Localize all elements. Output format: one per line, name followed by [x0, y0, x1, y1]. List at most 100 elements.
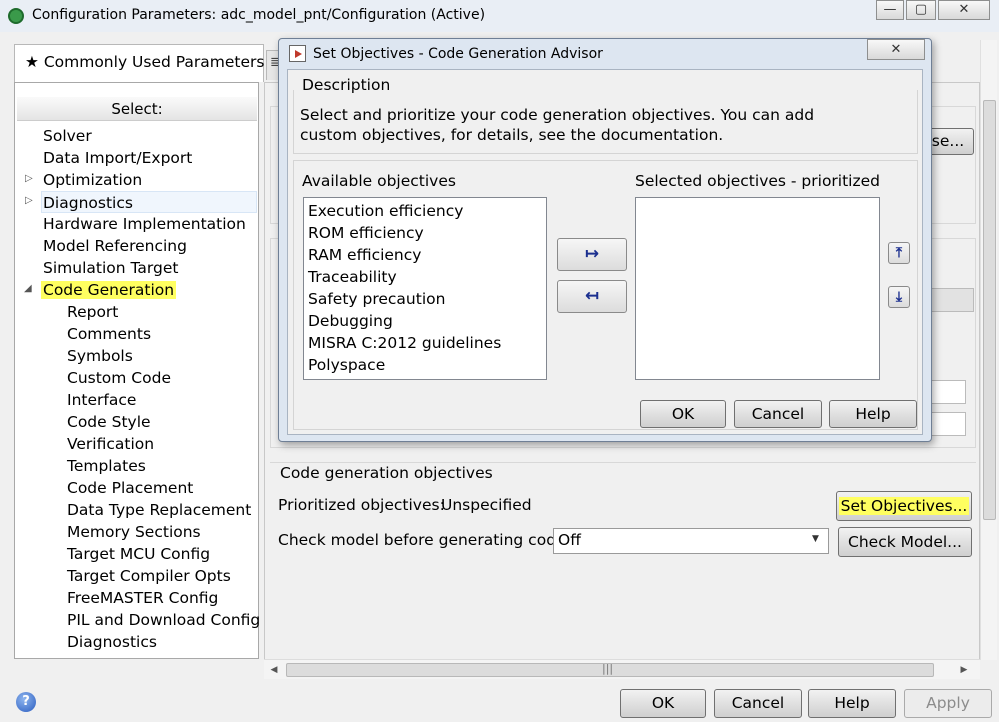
- restore-button[interactable]: ▢: [906, 0, 936, 20]
- sidebar-child-data-type-replacement[interactable]: Data Type Replacement: [67, 499, 251, 521]
- sidebar-child-custom-code[interactable]: Custom Code: [67, 367, 171, 389]
- horizontal-scrollbar[interactable]: ◀ ||| ▶: [264, 659, 980, 679]
- close-button[interactable]: ✕: [938, 0, 990, 20]
- set-objectives-dialog: Set Objectives - Code Generation Advisor…: [278, 38, 932, 442]
- check-model-label: Check model before generating code:: [278, 531, 571, 549]
- tab-commonly-used[interactable]: ★ Commonly Used Parameters: [14, 44, 264, 82]
- set-objectives-button[interactable]: Set Objectives...: [836, 491, 972, 521]
- available-objectives-list[interactable]: Execution efficiency ROM efficiency RAM …: [303, 197, 547, 380]
- list-item[interactable]: RAM efficiency: [308, 244, 421, 266]
- dialog-ok-button-label: OK: [671, 405, 695, 423]
- sidebar-item-label: Model Referencing: [43, 237, 187, 255]
- sidebar-item-optimization[interactable]: Optimization: [43, 169, 142, 191]
- dialog-close-icon: ✕: [890, 42, 902, 57]
- scroll-right-icon[interactable]: ▶: [956, 662, 972, 678]
- scroll-left-icon[interactable]: ◀: [266, 662, 282, 678]
- sidebar-child-symbols[interactable]: Symbols: [67, 345, 133, 367]
- sidebar-child-report[interactable]: Report: [67, 301, 118, 323]
- restore-icon: ▢: [914, 2, 928, 17]
- dialog-help-button[interactable]: Help: [829, 400, 917, 428]
- help-button[interactable]: Help: [808, 689, 896, 718]
- sidebar-child-verification[interactable]: Verification: [67, 433, 154, 455]
- sidebar-item-simulation-target[interactable]: Simulation Target: [43, 257, 178, 279]
- collapse-code-generation-icon[interactable]: ◢: [24, 283, 32, 294]
- list-item-label: Safety precaution: [308, 290, 446, 308]
- hidden-field-3[interactable]: [930, 412, 966, 436]
- sidebar-child-interface[interactable]: Interface: [67, 389, 136, 411]
- list-item[interactable]: MISRA C:2012 guidelines: [308, 332, 501, 354]
- move-down-button[interactable]: ⤓: [888, 286, 910, 308]
- sidebar-child-label: Memory Sections: [67, 523, 201, 541]
- selected-objectives-list[interactable]: [635, 197, 880, 380]
- check-model-button[interactable]: Check Model...: [838, 527, 972, 557]
- sidebar-child-label: Target Compiler Opts: [67, 567, 231, 585]
- objectives-group-title: Code generation objectives: [280, 464, 493, 482]
- dialog-cancel-button[interactable]: Cancel: [734, 400, 822, 428]
- sidebar-item-label: Simulation Target: [43, 259, 179, 277]
- sidebar-child-templates[interactable]: Templates: [67, 455, 146, 477]
- sidebar-child-code-style[interactable]: Code Style: [67, 411, 151, 433]
- title-bar: Configuration Parameters: adc_model_pnt/…: [0, 0, 999, 32]
- sidebar-child-pil-download-config[interactable]: PIL and Download Config: [67, 609, 260, 631]
- sidebar-item-model-referencing[interactable]: Model Referencing: [43, 235, 187, 257]
- sidebar-child-comments[interactable]: Comments: [67, 323, 151, 345]
- sidebar-child-code-placement[interactable]: Code Placement: [67, 477, 193, 499]
- set-objectives-button-label: Set Objectives...: [838, 497, 970, 515]
- list-item-label: Polyspace: [308, 356, 386, 374]
- check-model-select[interactable]: Off ▼: [553, 528, 829, 554]
- list-item[interactable]: Debugging: [308, 310, 393, 332]
- tab-commonly-used-label: ★ Commonly Used Parameters: [25, 53, 265, 71]
- list-item-label: ROM efficiency: [308, 224, 424, 242]
- dialog-title: Set Objectives - Code Generation Advisor: [313, 46, 603, 62]
- dialog-ok-button[interactable]: OK: [640, 400, 726, 428]
- add-objective-button[interactable]: ↦: [557, 238, 627, 271]
- horizontal-scroll-thumb[interactable]: |||: [286, 662, 934, 677]
- sidebar-child-target-mcu-config[interactable]: Target MCU Config: [67, 543, 210, 565]
- help-icon[interactable]: ?: [16, 692, 36, 712]
- apply-button[interactable]: Apply: [904, 689, 992, 718]
- sidebar-item-label: Diagnostics: [43, 194, 133, 212]
- list-item-label: Traceability: [308, 268, 397, 286]
- prioritized-objectives-value: Unspecified: [441, 496, 532, 514]
- sidebar-item-code-generation[interactable]: Code Generation: [41, 279, 177, 301]
- list-item[interactable]: Traceability: [308, 266, 397, 288]
- sidebar-item-solver[interactable]: Solver: [43, 125, 92, 147]
- list-item[interactable]: Execution efficiency: [308, 200, 463, 222]
- sidebar-item-data-import-export[interactable]: Data Import/Export: [43, 147, 192, 169]
- hidden-field-1[interactable]: [930, 288, 974, 312]
- list-item[interactable]: Polyspace: [308, 354, 385, 376]
- sidebar-item-diagnostics[interactable]: Diagnostics: [41, 191, 257, 213]
- dialog-close-button[interactable]: ✕: [867, 39, 925, 60]
- sidebar-header-label: Select:: [111, 100, 163, 118]
- sidebar-item-hardware-implementation[interactable]: Hardware Implementation: [43, 213, 246, 235]
- sidebar-child-target-compiler-opts[interactable]: Target Compiler Opts: [67, 565, 231, 587]
- sidebar-child-label: Report: [67, 303, 119, 321]
- ok-button[interactable]: OK: [620, 689, 706, 718]
- check-model-select-value: Off: [558, 531, 581, 549]
- main-scroll-thumb[interactable]: [983, 100, 996, 520]
- remove-objective-button[interactable]: ↤: [557, 280, 627, 313]
- arrow-right-icon: ↦: [584, 244, 600, 264]
- move-up-button[interactable]: ⤒: [888, 242, 910, 264]
- sidebar-child-label: Symbols: [67, 347, 133, 365]
- cancel-button[interactable]: Cancel: [714, 689, 802, 718]
- sidebar-child-label: Interface: [67, 391, 137, 409]
- expand-diagnostics-icon[interactable]: ▷: [25, 195, 33, 206]
- list-item-label: MISRA C:2012 guidelines: [308, 334, 502, 352]
- window-title: Configuration Parameters: adc_model_pnt/…: [32, 7, 486, 23]
- chevron-down-icon: ▼: [812, 534, 819, 544]
- browse-button-label: se...: [931, 132, 965, 150]
- list-item[interactable]: Safety precaution: [308, 288, 445, 310]
- sidebar-child-diagnostics[interactable]: Diagnostics: [67, 631, 157, 653]
- minimize-button[interactable]: —: [876, 0, 904, 20]
- main-vertical-scrollbar[interactable]: [980, 40, 997, 660]
- sidebar-child-memory-sections[interactable]: Memory Sections: [67, 521, 201, 543]
- dialog-cancel-button-label: Cancel: [751, 405, 805, 423]
- list-item-label: RAM efficiency: [308, 246, 422, 264]
- list-item[interactable]: ROM efficiency: [308, 222, 424, 244]
- sidebar-child-freemaster-config[interactable]: FreeMASTER Config: [67, 587, 218, 609]
- dialog-body: Description Select and prioritize your c…: [287, 69, 923, 435]
- hidden-field-2[interactable]: [930, 380, 966, 404]
- minimize-icon: —: [883, 2, 897, 17]
- expand-optimization-icon[interactable]: ▷: [25, 173, 33, 184]
